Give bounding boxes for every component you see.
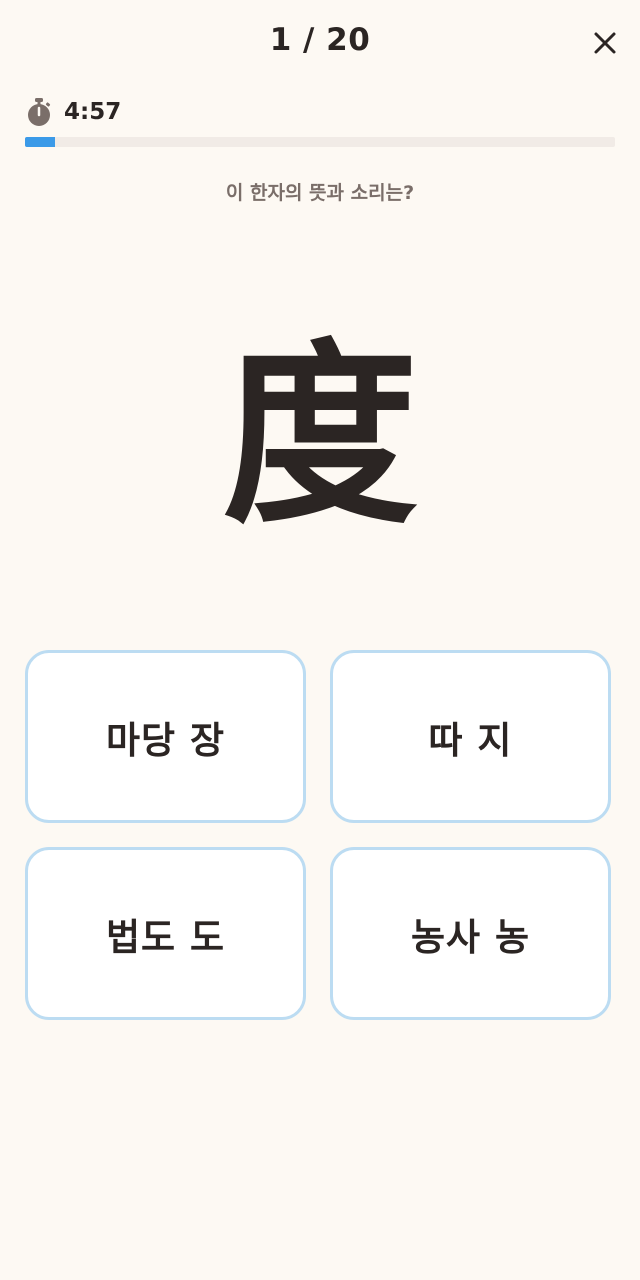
answer-option-1[interactable]: 마당 장 [25, 650, 306, 823]
progress-bar [25, 137, 615, 147]
close-icon [594, 32, 616, 54]
question-counter: 1 / 20 [269, 22, 371, 58]
close-button[interactable] [588, 26, 622, 60]
timer-value: 4:57 [64, 99, 122, 125]
question-prompt: 이 한자의 뜻과 소리는? [225, 182, 415, 204]
answer-label: 따 지 [428, 718, 513, 762]
answer-label: 농사 농 [410, 915, 530, 959]
quiz-header: 1 / 20 [0, 0, 640, 88]
answer-label: 법도 도 [105, 915, 225, 959]
answer-label: 마당 장 [105, 718, 225, 762]
timer: 4:57 [26, 96, 121, 128]
hanja-character: 度 [221, 323, 418, 551]
answer-option-4[interactable]: 농사 농 [330, 847, 611, 1020]
stopwatch-icon [28, 98, 51, 126]
answer-option-3[interactable]: 법도 도 [25, 847, 306, 1020]
answer-option-2[interactable]: 따 지 [330, 650, 611, 823]
progress-bar-fill [25, 137, 55, 147]
